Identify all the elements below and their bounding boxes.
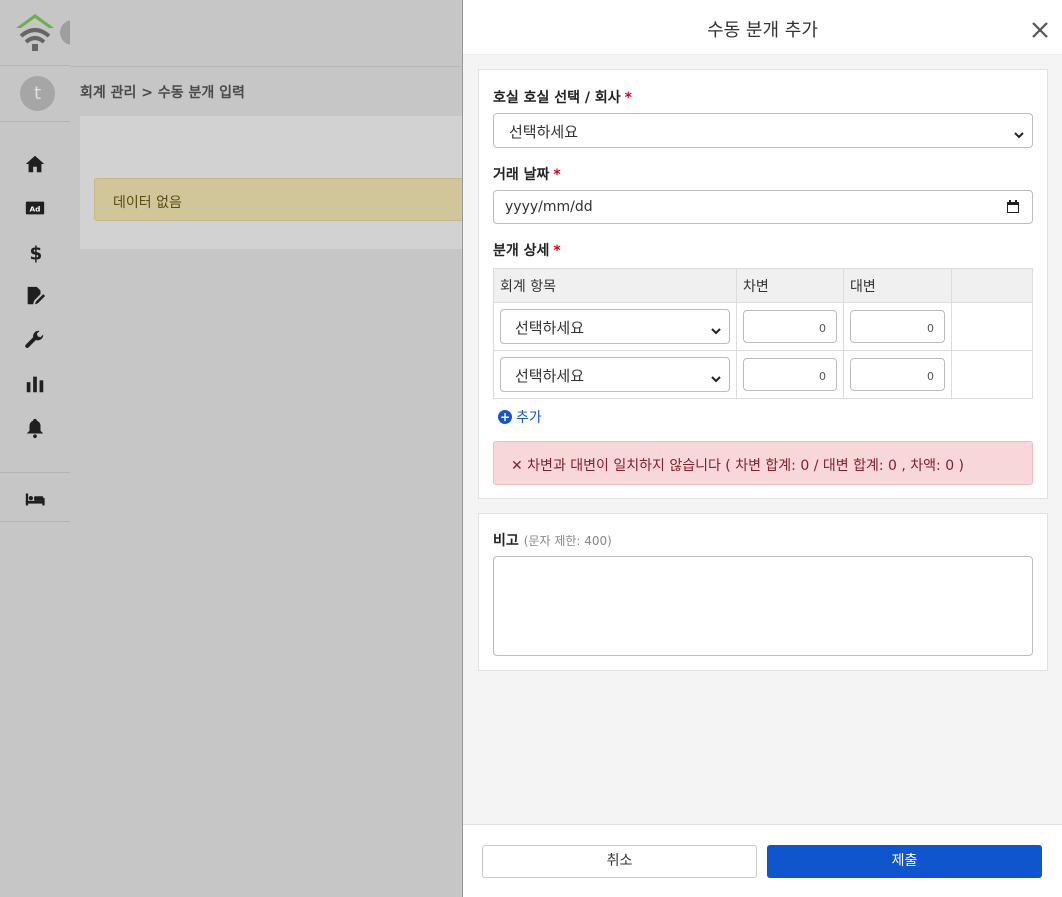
chevron-down-icon — [1014, 126, 1024, 139]
credit-cell: 0 — [843, 302, 952, 351]
required-mark: * — [553, 167, 561, 183]
close-icon — [1032, 22, 1048, 38]
nav-notifications[interactable] — [0, 406, 70, 450]
entry-card: 호실 호실 선택 / 회사 * 선택하세요 거래 날짜 * yyyy/mm/dd 분… — [478, 69, 1048, 499]
chevron-down-icon — [711, 370, 721, 383]
nav-ads[interactable]: Ad — [0, 186, 70, 230]
debit-input[interactable]: 0 — [743, 358, 837, 391]
column-header-actions — [951, 268, 1033, 303]
credit-input[interactable]: 0 — [850, 358, 945, 391]
room-select[interactable]: 선택하세요 — [493, 113, 1033, 148]
date-label: 거래 날짜 * — [493, 167, 561, 183]
bar-chart-icon — [26, 376, 44, 393]
nav-home[interactable] — [0, 142, 70, 186]
required-mark: * — [553, 243, 561, 259]
avatar[interactable]: t — [20, 76, 55, 111]
dollar-icon: $ — [30, 243, 43, 263]
room-label: 호실 호실 선택 / 회사 * — [493, 90, 632, 106]
account-select[interactable]: 선택하세요 — [500, 357, 730, 392]
nav-divider — [0, 521, 70, 522]
modal-footer: 취소 제출 — [463, 824, 1062, 897]
svg-text:$: $ — [30, 243, 43, 263]
logo-icon[interactable] — [14, 12, 56, 54]
account-cell: 선택하세요 — [493, 350, 737, 399]
nav-maintenance[interactable] — [0, 318, 70, 362]
svg-text:Ad: Ad — [30, 205, 41, 214]
detail-label: 분개 상세 * — [493, 243, 561, 259]
modal-title: 수동 분개 추가 — [707, 20, 818, 41]
cancel-button[interactable]: 취소 — [482, 845, 757, 878]
journal-entry-modal: 수동 분개 추가 호실 호실 선택 / 회사 * 선택하세요 거래 날짜 * yyy… — [462, 0, 1062, 897]
breadcrumb: 회계 관리 > 수동 분개 입력 — [80, 85, 245, 101]
note-textarea[interactable] — [493, 556, 1033, 656]
nav-list: Ad $ — [0, 122, 70, 522]
add-row-button[interactable]: + 추가 — [498, 407, 542, 427]
debit-input[interactable]: 0 — [743, 310, 837, 343]
nav-documents[interactable] — [0, 274, 70, 318]
document-edit-icon — [27, 286, 46, 305]
bell-icon — [26, 418, 44, 439]
empty-data-alert: 데이터 없음 — [94, 178, 484, 221]
chevron-down-icon — [711, 322, 721, 335]
account-cell: 선택하세요 — [493, 302, 737, 351]
sidebar: › t Ad $ — [0, 0, 85, 897]
note-card: 비고 (문자 제한: 400) — [478, 513, 1048, 671]
account-select[interactable]: 선택하세요 — [500, 309, 730, 344]
column-header-debit: 차변 — [736, 268, 844, 303]
credit-input[interactable]: 0 — [850, 310, 945, 343]
journal-detail-table: 회계 항목 차변 대변 선택하세요 0 0 선택하세요 0 0 — [493, 268, 1033, 399]
nav-reports[interactable] — [0, 362, 70, 406]
note-label: 비고 (문자 제한: 400) — [493, 533, 612, 549]
action-cell — [951, 302, 1033, 351]
balance-error-alert: ✕ 차변과 대변이 일치하지 않습니다 ( 차변 합계: 0 / 대변 합계: … — [493, 441, 1033, 485]
logo-area: › — [0, 0, 85, 66]
date-input[interactable]: yyyy/mm/dd — [493, 190, 1033, 224]
bed-icon — [25, 493, 45, 506]
action-cell — [951, 350, 1033, 399]
note-hint: (문자 제한: 400) — [523, 534, 612, 548]
column-header-credit: 대변 — [843, 268, 952, 303]
ad-icon: Ad — [25, 201, 45, 215]
table-row: 선택하세요 0 0 — [493, 350, 1033, 399]
calendar-icon[interactable] — [1006, 200, 1020, 214]
home-icon — [25, 155, 45, 173]
plus-circle-icon: + — [498, 410, 512, 424]
nav-accounting[interactable]: $ — [0, 230, 70, 274]
nav-divider — [0, 472, 70, 473]
credit-cell: 0 — [843, 350, 952, 399]
column-header-account: 회계 항목 — [493, 268, 737, 303]
debit-cell: 0 — [736, 302, 844, 351]
wrench-icon — [25, 330, 44, 348]
table-header-row: 회계 항목 차변 대변 — [493, 268, 1033, 303]
close-button[interactable] — [1030, 20, 1050, 40]
table-row: 선택하세요 0 0 — [493, 302, 1033, 351]
avatar-area: t — [0, 66, 70, 122]
submit-button[interactable]: 제출 — [767, 845, 1042, 878]
modal-header: 수동 분개 추가 — [463, 0, 1062, 55]
debit-cell: 0 — [736, 350, 844, 399]
add-row-label: 추가 — [516, 410, 542, 426]
nav-rooms[interactable] — [0, 477, 70, 521]
required-mark: * — [624, 90, 632, 106]
